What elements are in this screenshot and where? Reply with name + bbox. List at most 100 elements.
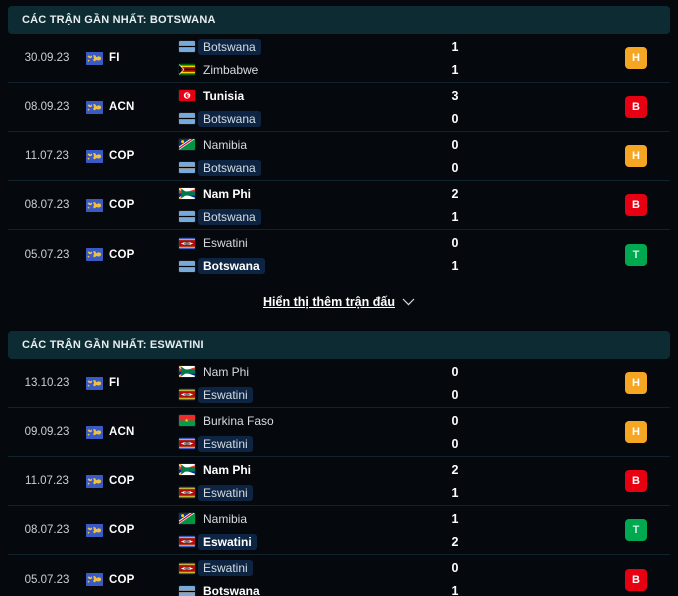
world-map-icon xyxy=(86,376,103,390)
away-team-name: Botswana xyxy=(203,584,260,596)
result-badge: B xyxy=(625,470,647,492)
result-badge-wrap: H xyxy=(625,145,647,167)
flag-icon: ★ xyxy=(179,90,195,101)
home-team-name: Namibia xyxy=(203,137,248,152)
match-row[interactable]: 08.07.23 COP Nam Phi Botswana 2 1 B xyxy=(8,181,670,230)
world-map-icon xyxy=(86,149,103,163)
away-team-name: Eswatini xyxy=(198,386,253,403)
match-row[interactable]: 09.09.23 ACN ★ Burkina Faso Eswatini 0 0 H xyxy=(8,408,670,457)
show-more-matches-button[interactable]: Hiển thị thêm trận đấu xyxy=(0,279,678,325)
result-badge-wrap: B xyxy=(625,470,647,492)
result-badge: B xyxy=(625,568,647,591)
flag-icon xyxy=(179,562,195,574)
away-score: 1 xyxy=(451,259,459,273)
away-team-name: Eswatini xyxy=(198,435,253,452)
score-cell: 01 xyxy=(400,235,510,275)
away-score: 2 xyxy=(451,534,459,549)
home-score: 1 xyxy=(451,511,459,526)
flag-icon xyxy=(179,188,195,199)
flag-icon: ★ xyxy=(179,415,195,426)
home-team-name: Tunisia xyxy=(203,88,245,103)
svg-text:★: ★ xyxy=(180,67,184,72)
competition-cell[interactable]: COP xyxy=(86,523,152,537)
home-team-name: Botswana xyxy=(198,38,261,55)
result-badge-wrap: T xyxy=(625,519,647,541)
result-badge-wrap: H xyxy=(625,421,647,443)
match-date: 05.07.23 xyxy=(24,248,70,261)
score-cell: 21 xyxy=(400,185,510,225)
competition-cell[interactable]: COP xyxy=(86,149,152,163)
world-map-icon xyxy=(86,523,103,537)
competition-cell[interactable]: ACN xyxy=(86,425,152,439)
world-map-icon xyxy=(86,248,103,261)
away-team-name: Zimbabwe xyxy=(203,62,259,77)
show-more-label: Hiển thị thêm trận đấu xyxy=(263,295,395,309)
away-score: 1 xyxy=(451,584,459,596)
match-row[interactable]: 11.07.23 COP Namibia Botswana 0 0 H xyxy=(8,132,670,181)
competition-name: ACN xyxy=(109,426,135,438)
competition-name: COP xyxy=(109,248,135,261)
world-map-icon xyxy=(86,51,103,65)
competition-cell[interactable]: COP xyxy=(86,198,152,212)
flag-icon xyxy=(179,139,195,150)
away-score: 1 xyxy=(451,62,459,77)
flag-icon xyxy=(179,389,195,400)
match-row[interactable]: 05.07.23 COP Eswatini Botswana 0 1 B xyxy=(8,555,670,596)
competition-cell[interactable]: COP xyxy=(86,474,152,488)
home-team-name: Burkina Faso xyxy=(203,413,274,428)
flag-icon xyxy=(179,487,195,498)
competition-cell[interactable]: FI xyxy=(86,376,152,390)
score-cell: 12 xyxy=(400,510,510,550)
match-row[interactable]: 13.10.23 FI Nam Phi Eswatini 0 0 H xyxy=(8,359,670,408)
away-score: 1 xyxy=(451,209,459,224)
flag-icon xyxy=(179,113,195,124)
section-header: CÁC TRẬN GẦN NHẤT: ESWATINI xyxy=(8,331,670,359)
away-team-name: Botswana xyxy=(198,159,261,176)
match-row[interactable]: 08.07.23 COP Namibia Eswatini 1 2 T xyxy=(8,506,670,555)
result-badge-wrap: B xyxy=(625,568,647,591)
home-score: 0 xyxy=(451,137,459,152)
score-cell: 01 xyxy=(400,560,510,596)
section-title: CÁC TRẬN GẦN NHẤT: ESWATINI xyxy=(22,339,204,351)
match-row[interactable]: 11.07.23 COP Nam Phi Eswatini 2 1 B xyxy=(8,457,670,506)
match-row[interactable]: 30.09.23 FI Botswana ★ Zimbabwe 1 1 H xyxy=(8,34,670,83)
home-score: 3 xyxy=(451,88,459,103)
competition-name: COP xyxy=(109,199,135,211)
world-map-icon xyxy=(86,100,103,114)
section-header: CÁC TRẬN GẦN NHẤT: BOTSWANA xyxy=(8,6,670,34)
away-team-name: Eswatini xyxy=(198,484,253,501)
match-list: 13.10.23 FI Nam Phi Eswatini 0 0 H 09.09.23 ACN ★… xyxy=(0,359,678,596)
away-team-name: Botswana xyxy=(198,208,261,225)
flag-icon xyxy=(179,211,195,222)
home-team-name: Nam Phi xyxy=(203,186,252,201)
flag-icon xyxy=(179,366,195,377)
match-date: 09.09.23 xyxy=(24,426,70,438)
flag-icon xyxy=(179,162,195,173)
away-score: 0 xyxy=(451,111,459,126)
result-badge-wrap: B xyxy=(625,194,647,216)
result-badge-wrap: H xyxy=(625,372,647,394)
result-badge: T xyxy=(625,519,647,541)
flag-icon: ★ xyxy=(179,64,195,75)
away-team-name: Botswana xyxy=(198,110,261,127)
home-team-name: Namibia xyxy=(203,511,248,526)
competition-cell[interactable]: FI xyxy=(86,51,152,65)
result-badge: B xyxy=(625,194,647,216)
result-badge: H xyxy=(625,47,647,69)
home-team-name: Nam Phi xyxy=(203,364,250,379)
match-row[interactable]: 08.09.23 ACN ★ Tunisia Botswana 3 0 B xyxy=(8,83,670,132)
competition-name: COP xyxy=(109,524,135,536)
match-row[interactable]: 05.07.23 COP Eswatini Botswana 0 1 T xyxy=(8,230,670,279)
world-map-icon xyxy=(86,573,103,586)
result-badge-wrap: T xyxy=(625,243,647,266)
world-map-icon xyxy=(86,425,103,439)
away-score: 1 xyxy=(451,485,459,500)
away-team-name: Botswana xyxy=(198,258,265,274)
competition-name: COP xyxy=(109,573,135,586)
away-score: 0 xyxy=(451,160,459,175)
competition-cell[interactable]: ACN xyxy=(86,100,152,114)
home-score: 0 xyxy=(451,561,459,575)
competition-cell[interactable]: COP xyxy=(86,573,152,586)
competition-cell[interactable]: COP xyxy=(86,248,152,261)
match-date: 08.07.23 xyxy=(24,199,70,211)
